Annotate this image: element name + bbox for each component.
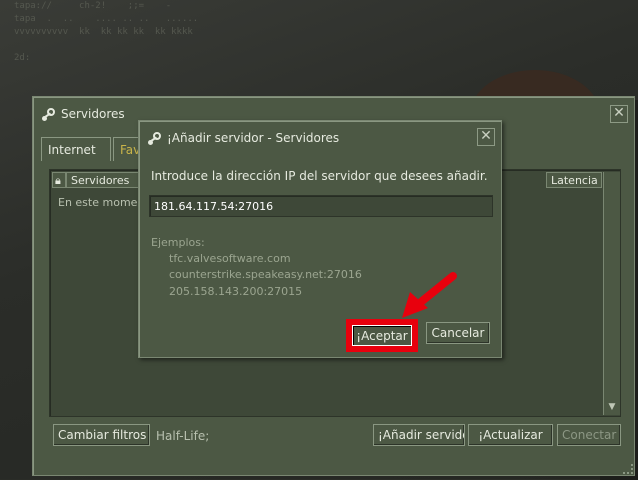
- lock-icon: 🔒︎: [55, 174, 61, 187]
- cancel-button[interactable]: Cancelar: [426, 322, 490, 344]
- scroll-down-icon[interactable]: ▼: [604, 399, 620, 415]
- tab-internet[interactable]: Internet: [41, 137, 111, 161]
- vertical-scrollbar[interactable]: ▼: [603, 172, 620, 415]
- example-item: 205.158.143.200:27015: [169, 285, 303, 298]
- resize-grip[interactable]: [623, 464, 633, 474]
- dialog-title: ¡Añadir servidor - Servidores: [167, 131, 340, 145]
- window-title: Servidores: [61, 107, 125, 121]
- dialog-prompt: Introduce la dirección IP del servidor q…: [151, 169, 488, 183]
- change-filters-button[interactable]: Cambiar filtros: [53, 424, 150, 446]
- add-server-dialog: ¡Añadir servidor - Servidores ✕ Introduc…: [138, 120, 502, 358]
- steam-icon: [147, 131, 162, 146]
- window-close-button[interactable]: ✕: [610, 105, 628, 123]
- column-latency-header[interactable]: Latencia: [546, 172, 602, 188]
- accept-highlight-box: ¡Aceptar: [346, 319, 418, 352]
- refresh-button[interactable]: ¡Actualizar: [468, 424, 553, 446]
- dialog-close-button[interactable]: ✕: [477, 128, 495, 146]
- dialog-titlebar: ¡Añadir servidor - Servidores: [147, 129, 339, 147]
- ip-address-field[interactable]: [149, 195, 493, 217]
- empty-list-message: En este mome: [58, 196, 138, 209]
- examples-label: Ejemplos:: [151, 236, 205, 249]
- column-lock-header[interactable]: 🔒︎: [52, 172, 66, 188]
- filter-summary: Half-Life;: [156, 429, 210, 443]
- example-item: counterstrike.speakeasy.net:27016: [169, 268, 362, 281]
- close-icon: ✕: [480, 128, 492, 144]
- close-icon: ✕: [613, 105, 625, 121]
- connect-button[interactable]: Conectar: [557, 424, 621, 446]
- example-item: tfc.valvesoftware.com: [169, 252, 291, 265]
- add-server-button[interactable]: ¡Añadir servido: [373, 424, 465, 446]
- steam-icon: [41, 107, 56, 122]
- background-console-text: tapa:// ch-2! ;;= - tapa . .. .... .. ..…: [14, 1, 199, 63]
- red-arrow-icon: [402, 272, 457, 318]
- accept-button[interactable]: ¡Aceptar: [352, 325, 412, 346]
- window-titlebar: Servidores: [41, 105, 125, 123]
